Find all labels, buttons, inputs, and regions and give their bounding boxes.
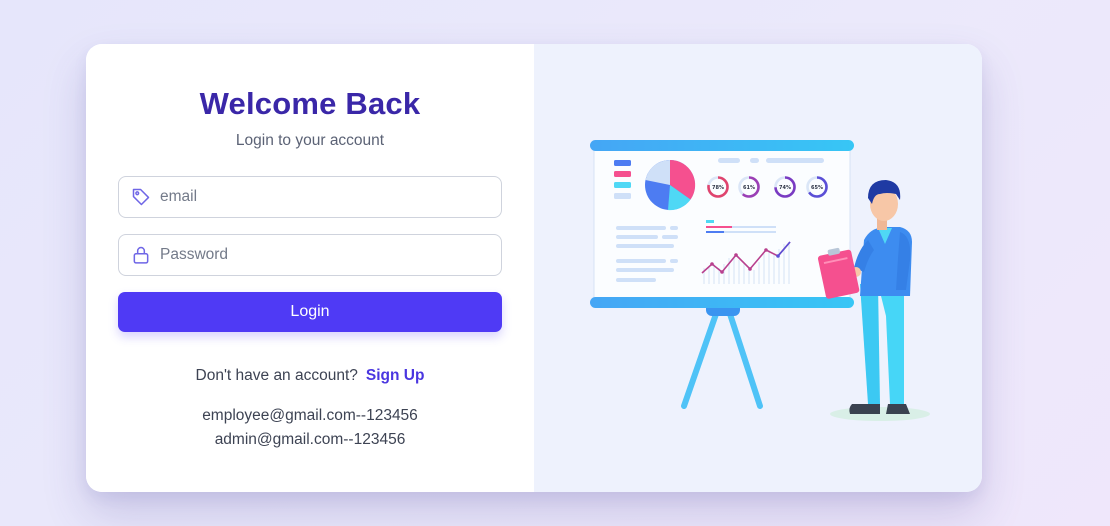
- illustration-panel: 78% 61% 74% 65%: [534, 44, 982, 492]
- gauge-label: 78%: [712, 185, 724, 191]
- gauge-label: 65%: [811, 185, 823, 191]
- credential-hint: employee@gmail.com--123456: [202, 407, 418, 424]
- page-title: Welcome Back: [199, 86, 421, 121]
- signup-row: Don't have an account? Sign Up: [86, 367, 534, 385]
- presentation-board: 78% 61% 74% 65%: [590, 140, 854, 308]
- login-panel: Welcome Back Login to your account Login: [86, 44, 534, 492]
- credential-hint: admin@gmail.com--123456: [214, 431, 406, 448]
- password-input[interactable]: [160, 236, 490, 274]
- easel-stand: [681, 302, 763, 413]
- gauge-label: 74%: [779, 185, 791, 191]
- email-field[interactable]: [118, 176, 502, 218]
- signup-prompt: Don't have an account?: [195, 367, 358, 384]
- login-card: Welcome Back Login to your account Login: [86, 44, 982, 492]
- page-subtitle: Login to your account: [235, 132, 385, 149]
- email-input[interactable]: [160, 178, 490, 216]
- gauge-label: 61%: [743, 185, 755, 191]
- tag-icon: [131, 187, 151, 207]
- login-button[interactable]: Login: [118, 292, 502, 332]
- password-field[interactable]: [118, 234, 502, 276]
- lock-icon: [131, 245, 151, 265]
- signup-link[interactable]: Sign Up: [366, 367, 425, 384]
- pie-chart-graphic: [645, 159, 696, 211]
- presentation-illustration: 78% 61% 74% 65%: [590, 140, 930, 421]
